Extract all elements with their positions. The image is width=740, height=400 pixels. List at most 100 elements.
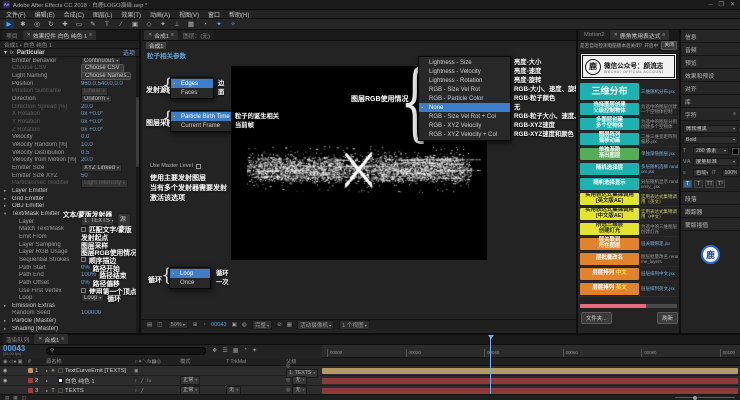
property-value[interactable]: 20.0 xyxy=(81,157,93,163)
script-button[interactable]: 随机选择显示 xyxy=(580,178,639,191)
panel-tab[interactable]: ✕ Motion2 ≡ xyxy=(580,30,609,40)
twirl-icon[interactable]: ▸ xyxy=(4,203,9,209)
playhead[interactable] xyxy=(490,335,491,394)
collapsed-panel-header[interactable]: 对齐 xyxy=(681,82,740,95)
timeline-toggle-icon[interactable]: ❖ xyxy=(212,347,217,354)
menu-item[interactable]: 帮助(H) xyxy=(229,10,249,19)
layer-row[interactable]: ◉ 1 ▸ ☀ TextCurveEmit [TEXTS] ▣ ◎1. TEXT… xyxy=(0,366,740,376)
script-button[interactable]: 多图层创建 多个空物体 xyxy=(580,118,639,131)
script-button[interactable]: 层层排列中文 xyxy=(580,268,639,281)
fill-color-swatch[interactable] xyxy=(731,147,738,154)
scale-select[interactable]: 100% xyxy=(722,169,739,177)
menu-option[interactable]: RGB - Size Vel Rot + Col xyxy=(419,112,510,121)
property-value[interactable]: 0x +0.0° xyxy=(81,127,103,133)
solid-color-swatch[interactable] xyxy=(58,388,63,393)
faux-style-button[interactable]: T xyxy=(683,180,692,188)
timeline-footer-toggle-icon[interactable]: ▦ xyxy=(13,395,17,400)
hand-tool-icon[interactable]: ✱ xyxy=(18,20,28,29)
script-button[interactable]: 层批量改名 xyxy=(580,253,639,266)
status-control[interactable]: 完整 xyxy=(252,320,272,330)
collapsed-panel-header[interactable]: 信息 xyxy=(681,30,740,43)
time-ruler[interactable]: 000000002000040000600008000100 xyxy=(322,345,740,358)
pen-tool-icon[interactable]: ✎ xyxy=(88,20,98,29)
checkbox[interactable] xyxy=(196,164,201,169)
effect-property-row[interactable]: Random Seed 100000 xyxy=(0,310,136,318)
plugin-icon-b[interactable]: ✧ xyxy=(228,20,238,29)
status-control[interactable]: 50% xyxy=(168,321,188,329)
script-button[interactable]: 随机选择层 xyxy=(580,163,639,176)
effect-property-row[interactable]: Velocity Random [%] 10.0 xyxy=(0,141,136,149)
menu-option[interactable]: RGB - XYZ Velocity + Col xyxy=(419,130,510,139)
zoom-tool-icon[interactable]: ◎ xyxy=(32,20,42,29)
effect-property-row[interactable]: ▸ Particle (Master) xyxy=(0,317,136,325)
roto-brush-tool-icon[interactable]: ✦ xyxy=(158,20,168,29)
script-button[interactable]: 选择图层创建 父级控制物体 xyxy=(580,103,639,116)
script-button[interactable]: 三维分布 xyxy=(580,83,639,100)
property-value[interactable]: 0x +0.0° xyxy=(81,119,103,125)
menu-item[interactable]: 动画(A) xyxy=(150,10,170,19)
menu-option[interactable]: RGB - Particle Color xyxy=(419,94,510,103)
property-value[interactable]: 50 xyxy=(81,173,88,179)
effect-property-row[interactable]: ▾ Text/Mask Emitter 文本/蒙版发射器 xyxy=(0,210,136,218)
status-control[interactable]: ▣ xyxy=(232,322,237,328)
effect-options-link[interactable]: 选项 xyxy=(123,48,135,57)
property-value[interactable]: Light Intensity xyxy=(81,179,128,188)
font-size-select[interactable]: 280 像素 xyxy=(693,147,729,155)
close-tab-icon[interactable]: ✕ xyxy=(148,32,152,38)
timeline-footer-toggle-icon[interactable]: ◫ xyxy=(22,395,26,400)
effect-property-row[interactable]: Loop Loop 循环 xyxy=(0,294,136,302)
timeline-zoom-slider[interactable] xyxy=(675,397,735,398)
menu-item[interactable]: 窗口 xyxy=(208,10,220,19)
effect-property-row[interactable]: Velocity 0.0 xyxy=(0,134,136,142)
orbit-camera-tool-icon[interactable]: ↻ xyxy=(46,20,56,29)
menu-item[interactable]: 视图(V) xyxy=(179,10,199,19)
property-value[interactable]: 0x +0.0° xyxy=(81,111,103,117)
panel-tab[interactable]: ✕ 效果控件 白色 纯色 1 ≡ xyxy=(23,30,97,40)
effect-property-row[interactable]: Velocity Distribution 0.5 xyxy=(0,149,136,157)
timeline-footer-toggle-icon[interactable]: ▤ xyxy=(5,395,9,400)
pan-camera-tool-icon[interactable]: ✚ xyxy=(60,20,70,29)
minimize-button[interactable]: ─ xyxy=(708,0,712,10)
collapsed-panel-header[interactable]: 跟踪器 xyxy=(681,205,740,218)
script-button[interactable]: 所选三维层 创建灯光 xyxy=(580,223,639,236)
clone-stamp-tool-icon[interactable]: ▣ xyxy=(130,20,140,29)
menu-option[interactable]: Lightness - Rotation xyxy=(419,76,510,85)
menu-option[interactable]: Lightness - Velocity xyxy=(419,67,510,76)
panel-menu-icon[interactable]: ≡ xyxy=(61,336,64,342)
character-panel-header[interactable]: 字符 ≡ xyxy=(681,108,740,121)
effect-property-row[interactable]: Direction Spread [%] 20.0 xyxy=(0,103,136,111)
status-control[interactable]: ◫ xyxy=(157,322,162,328)
twirl-icon[interactable]: ▸ xyxy=(46,368,48,373)
timeline-toggle-icon[interactable]: ☰ xyxy=(222,347,227,354)
property-value[interactable]: Choose Names... xyxy=(81,72,131,81)
script-button[interactable]: 层关联到 所在图层 xyxy=(580,238,639,251)
status-control[interactable]: ▦ xyxy=(287,322,292,328)
layer-duration-bar[interactable] xyxy=(322,368,738,374)
faux-style-button[interactable]: Tᵀ xyxy=(716,180,725,188)
twirl-icon[interactable]: ▸ xyxy=(4,196,9,202)
effect-property-row[interactable]: Emitter Size XYZ Linked xyxy=(0,164,136,172)
effect-property-row[interactable]: ▸ Shading (Master) xyxy=(0,325,136,333)
menu-option[interactable]: Lightness - Size xyxy=(419,58,510,67)
puppet-pin-tool-icon[interactable]: ⊥ xyxy=(172,20,182,29)
menu-option[interactable]: Loop xyxy=(170,269,210,278)
effect-property-row[interactable]: ▸ Grid Emitter xyxy=(0,195,136,203)
search-input[interactable] xyxy=(56,348,202,354)
label-color-chip[interactable] xyxy=(28,388,33,393)
close-tab-icon[interactable]: ✕ xyxy=(614,32,618,38)
layer-name[interactable]: TextCurveEmit [TEXTS] xyxy=(65,368,126,374)
layer-name[interactable]: 白色 纯色 1 xyxy=(65,376,95,385)
property-value[interactable]: 100000 xyxy=(81,310,101,316)
label-color-chip[interactable] xyxy=(28,378,33,383)
collapsed-panel-header[interactable]: 效果和预设 xyxy=(681,69,740,82)
timeline-toggle-icon[interactable]: ◔ xyxy=(243,347,247,354)
scrollbar[interactable] xyxy=(136,57,139,333)
menu-item[interactable]: 编辑(E) xyxy=(35,10,55,19)
menu-item[interactable]: 文件(F) xyxy=(6,10,26,19)
selection-tool-icon[interactable]: ▶ xyxy=(4,20,14,29)
property-value[interactable]: 0.0 xyxy=(81,134,89,140)
twirl-icon[interactable]: ▸ xyxy=(46,388,48,393)
effect-property-row[interactable]: ▸ Layer Emitter xyxy=(0,187,136,195)
faux-style-button[interactable]: TT xyxy=(705,180,714,188)
kerning-select[interactable]: 度量标准 xyxy=(693,158,738,166)
